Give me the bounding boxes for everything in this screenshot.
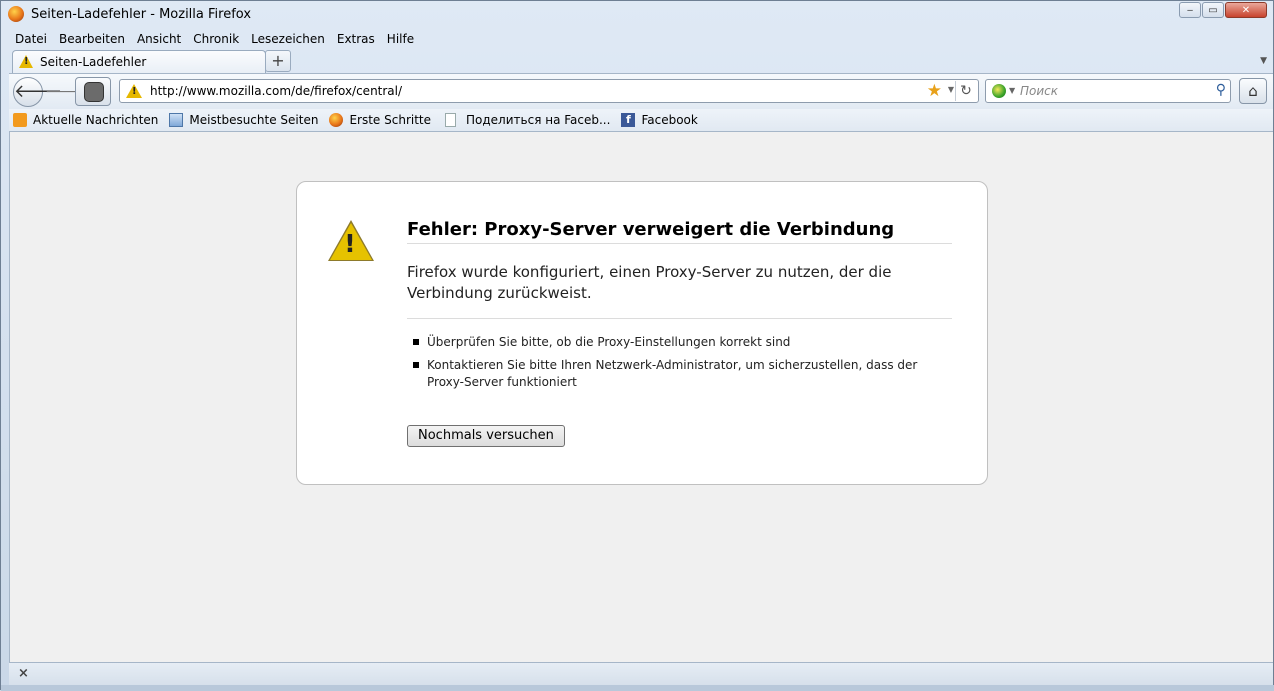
bookmark-label: Поделиться на Faceb... (466, 113, 611, 127)
error-suggestions: Überprüfen Sie bitte, ob die Proxy-Einst… (407, 334, 952, 397)
menu-bar: Datei Bearbeiten Ansicht Chronik Lesezei… (9, 30, 420, 48)
status-bar: × (9, 662, 1273, 685)
home-button[interactable]: ⌂ (1239, 78, 1267, 104)
close-addon-bar-icon[interactable]: × (18, 666, 29, 681)
window-bottom-border (1, 685, 1274, 691)
firefox-app-icon (8, 6, 24, 22)
retry-button[interactable]: Nochmals versuchen (407, 425, 565, 447)
search-engine-icon[interactable] (992, 84, 1006, 98)
maximize-button[interactable]: ▭ (1202, 2, 1224, 18)
bookmark-erste-schritte[interactable]: Erste Schritte (325, 113, 431, 127)
close-window-button[interactable]: ✕ (1225, 2, 1267, 18)
tab-list-icon[interactable]: ▼ (1260, 56, 1267, 66)
stop-button[interactable] (75, 77, 111, 106)
url-history-dropdown-icon[interactable]: ▼ (948, 85, 954, 94)
reload-icon[interactable]: ↻ (955, 81, 976, 101)
facebook-icon: f (621, 113, 636, 127)
bookmark-label: Facebook (641, 113, 698, 127)
bookmark-aktuelle-nachrichten[interactable]: Aktuelle Nachrichten (9, 113, 158, 127)
rss-icon (13, 113, 27, 127)
bookmarks-toolbar: Aktuelle Nachrichten Meistbesuchte Seite… (9, 109, 1273, 132)
back-button[interactable]: 🡐 (13, 77, 62, 107)
menu-chronik[interactable]: Chronik (187, 30, 245, 48)
new-tab-button[interactable]: + (265, 50, 291, 72)
stop-icon (84, 82, 104, 102)
bookmark-star-icon[interactable]: ★ (927, 81, 942, 101)
minimize-button[interactable]: ‒ (1179, 2, 1201, 18)
search-magnifier-icon[interactable]: ⚲ (1216, 82, 1226, 98)
menu-hilfe[interactable]: Hilfe (381, 30, 420, 48)
bookmark-label: Aktuelle Nachrichten (33, 113, 159, 127)
error-title: Fehler: Proxy-Server verweigert die Verb… (407, 219, 952, 244)
bookmark-label: Meistbesuchte Seiten (189, 113, 319, 127)
warning-icon (19, 55, 33, 68)
suggestion-item: Überprüfen Sie bitte, ob die Proxy-Einst… (407, 334, 952, 351)
bookmark-meistbesuchte-seiten[interactable]: Meistbesuchte Seiten (165, 113, 318, 127)
tab-active[interactable]: Seiten-Ladefehler (12, 50, 266, 73)
bookmark-facebook[interactable]: f Facebook (617, 113, 698, 127)
page-content: ! Fehler: Proxy-Server verweigert die Ve… (9, 132, 1273, 662)
browser-window: Seiten-Ladefehler - Mozilla Firefox ‒ ▭ … (0, 0, 1274, 691)
engine-dropdown-icon[interactable]: ▼ (1009, 86, 1015, 95)
suggestion-item: Kontaktieren Sie bitte Ihren Netzwerk-Ad… (407, 357, 952, 391)
warning-exclamation: ! (344, 229, 356, 258)
menu-lesezeichen[interactable]: Lesezeichen (245, 30, 331, 48)
page-icon (445, 113, 457, 127)
site-warning-icon[interactable] (126, 84, 142, 98)
url-bar[interactable]: http://www.mozilla.com/de/firefox/centra… (119, 79, 979, 103)
error-description: Firefox wurde konfiguriert, einen Proxy-… (407, 262, 952, 319)
window-controls: ‒ ▭ ✕ (1178, 2, 1267, 18)
search-bar[interactable]: ▼ ⚲ (985, 79, 1231, 103)
tab-label: Seiten-Ladefehler (40, 55, 147, 69)
menu-extras[interactable]: Extras (331, 30, 381, 48)
menu-ansicht[interactable]: Ansicht (131, 30, 187, 48)
forward-button[interactable]: 🡒 (45, 82, 83, 102)
title-bar: Seiten-Ladefehler - Mozilla Firefox ‒ ▭ … (1, 1, 1273, 29)
navigation-toolbar: 🡐 🡒 http://www.mozilla.com/de/firefox/ce… (9, 73, 1273, 109)
bookmark-share-facebook[interactable]: Поделиться на Faceb... (438, 113, 610, 127)
error-page-container: ! Fehler: Proxy-Server verweigert die Ve… (296, 181, 988, 485)
menu-bearbeiten[interactable]: Bearbeiten (53, 30, 131, 48)
menu-datei[interactable]: Datei (9, 30, 53, 48)
window-title: Seiten-Ladefehler - Mozilla Firefox (31, 7, 252, 22)
url-text[interactable]: http://www.mozilla.com/de/firefox/centra… (150, 84, 402, 98)
tab-strip: Seiten-Ladefehler + ▼ (9, 50, 1267, 73)
search-input[interactable] (1020, 83, 1200, 99)
most-visited-icon (169, 113, 184, 127)
firefox-icon (329, 113, 344, 127)
bookmark-label: Erste Schritte (349, 113, 432, 127)
